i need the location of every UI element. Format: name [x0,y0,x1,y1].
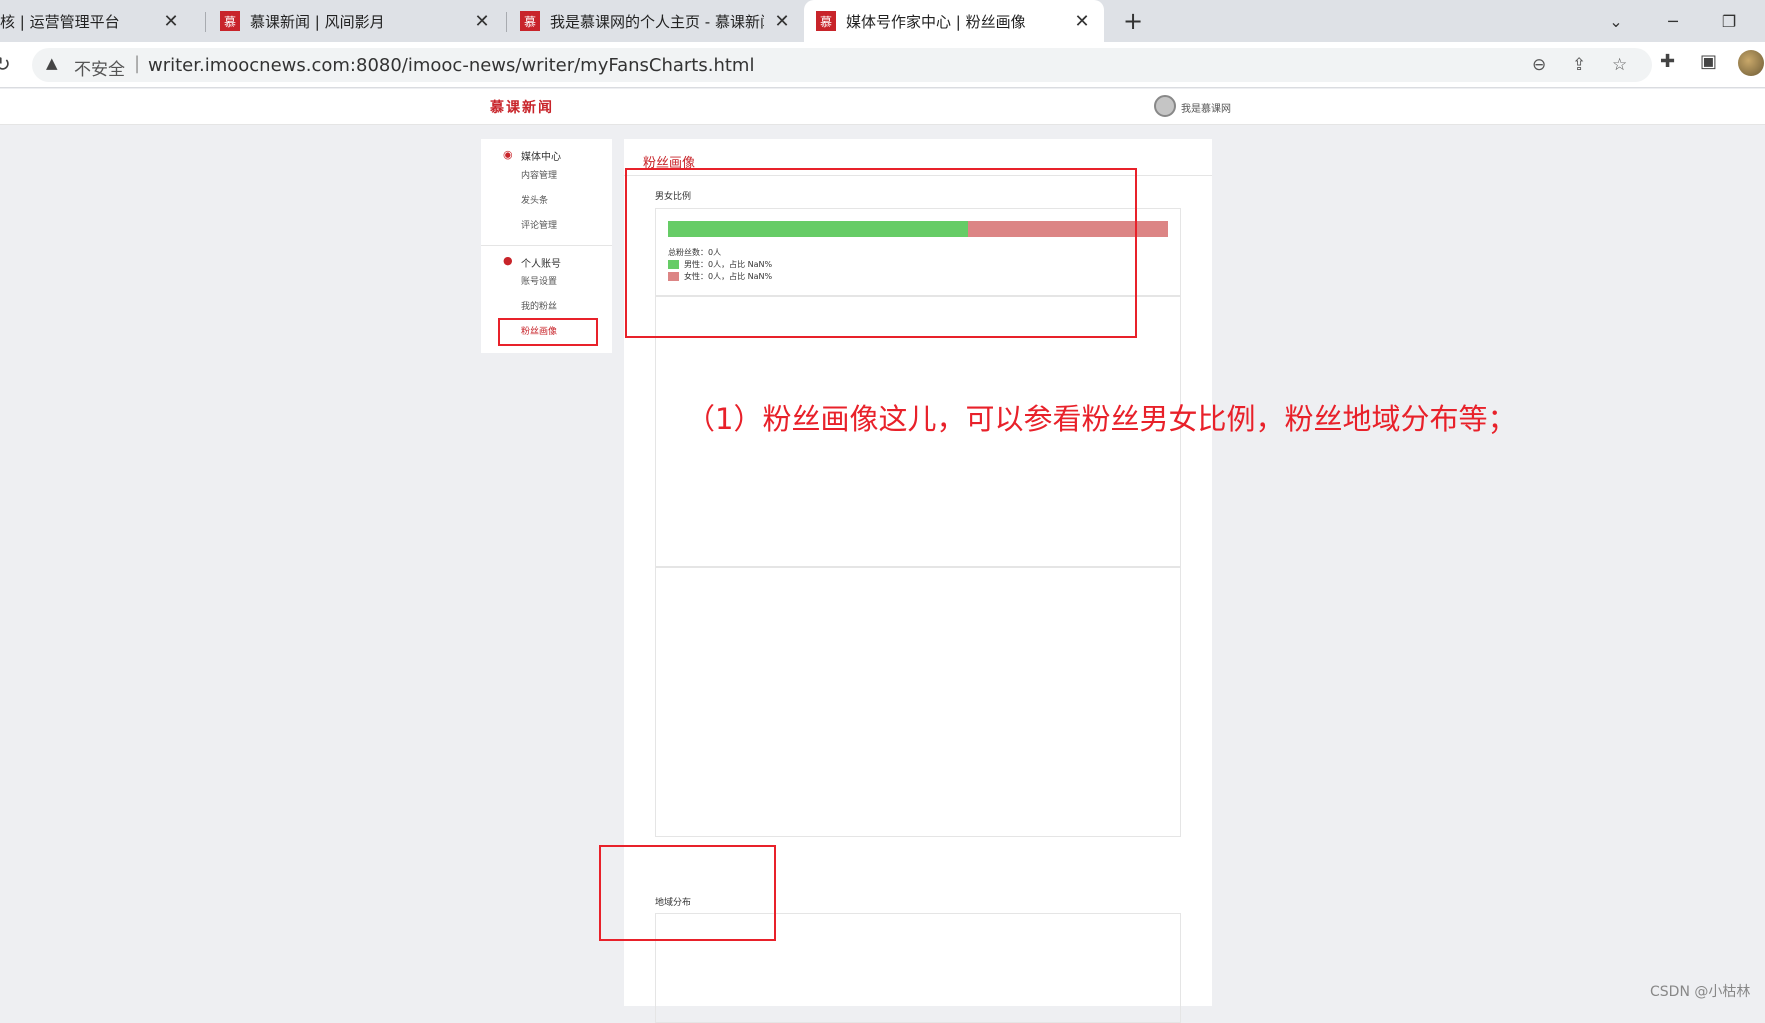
security-label[interactable]: 不安全 [74,55,125,80]
minimize-icon[interactable]: ─ [1660,8,1686,34]
user-icon: ● [503,254,513,267]
restore-icon[interactable]: ❐ [1716,8,1742,34]
sidebar-item-my-fans[interactable]: 我的粉丝 [521,299,557,312]
tab-separator [205,12,206,32]
chart-area-2 [655,567,1181,837]
rss-icon: ◉ [503,148,513,161]
tab-search-chevron-icon[interactable]: ⌄ [1603,8,1629,34]
site-favicon-icon: 慕 [220,11,240,31]
browser-tab-bar: 核 | 运营管理平台 ✕ 慕 慕课新闻 | 风间影月 ✕ 慕 我是慕课网的个人主… [0,0,1765,42]
tab-title: 核 | 运营管理平台 [0,12,120,31]
tab-title: 慕课新闻 | 风间影月 [250,12,385,31]
profile-avatar[interactable] [1738,50,1764,76]
tab-separator [506,12,507,32]
close-icon[interactable]: ✕ [472,11,492,32]
divider: | [134,53,141,74]
extensions-puzzle-icon[interactable]: ✚ [1660,51,1675,72]
sidebar-item-comments[interactable]: 评论管理 [521,218,557,231]
new-tab-plus-icon[interactable]: + [1118,6,1148,36]
browser-tab-1[interactable]: 核 | 运营管理平台 ✕ [0,0,193,42]
browser-toolbar: ↻ ▲ 不安全 | writer.imoocnews.com:8080/imoo… [0,42,1765,88]
browser-tab-3[interactable]: 慕 我是慕课网的个人主页 - 慕课新闻 ✕ [508,0,804,42]
url-text[interactable]: writer.imoocnews.com:8080/imooc-news/wri… [148,55,754,76]
warning-icon[interactable]: ▲ [46,54,58,72]
sidebar-item-account-settings[interactable]: 账号设置 [521,274,557,287]
browser-tab-2[interactable]: 慕 慕课新闻 | 风间影月 ✕ [208,0,504,42]
share-icon[interactable]: ⇪ [1572,55,1586,75]
user-name[interactable]: 我是慕课网 [1181,100,1231,115]
site-favicon-icon: 慕 [816,11,836,31]
close-icon[interactable]: ✕ [772,11,792,32]
tab-title: 媒体号作家中心 | 粉丝画像 [846,12,1026,31]
side-panel-icon[interactable]: ▣ [1700,51,1717,72]
site-header: 慕课新闻 我是慕课网 [0,89,1765,125]
highlight-box-region [599,845,776,941]
site-favicon-icon: 慕 [520,11,540,31]
browser-tab-active[interactable]: 慕 媒体号作家中心 | 粉丝画像 ✕ [804,0,1104,42]
bookmark-star-icon[interactable]: ☆ [1612,55,1627,75]
close-icon[interactable]: ✕ [1072,11,1092,32]
highlight-box-gender [625,168,1137,338]
site-logo[interactable]: 慕课新闻 [490,97,554,117]
sidebar-divider [481,245,612,246]
watermark: CSDN @小枯林 [1650,984,1751,1000]
reload-icon[interactable]: ↻ [0,52,11,76]
user-avatar[interactable] [1154,95,1176,117]
highlight-box-sidebar [498,318,598,346]
zoom-icon[interactable]: ⊖ [1532,55,1546,75]
sidebar-item-post[interactable]: 发头条 [521,193,548,206]
address-bar[interactable]: ▲ 不安全 | writer.imoocnews.com:8080/imooc-… [32,48,1652,82]
tab-title: 我是慕课网的个人主页 - 慕课新闻 [550,12,764,31]
annotation-text: （1）粉丝画像这儿，可以参看粉丝男女比例，粉丝地域分布等； [686,402,1517,436]
sidebar-item-content[interactable]: 内容管理 [521,168,557,181]
sidebar-group-account: 个人账号 [521,259,561,270]
close-icon[interactable]: ✕ [161,11,181,32]
sidebar-group-media: 媒体中心 [521,152,561,163]
